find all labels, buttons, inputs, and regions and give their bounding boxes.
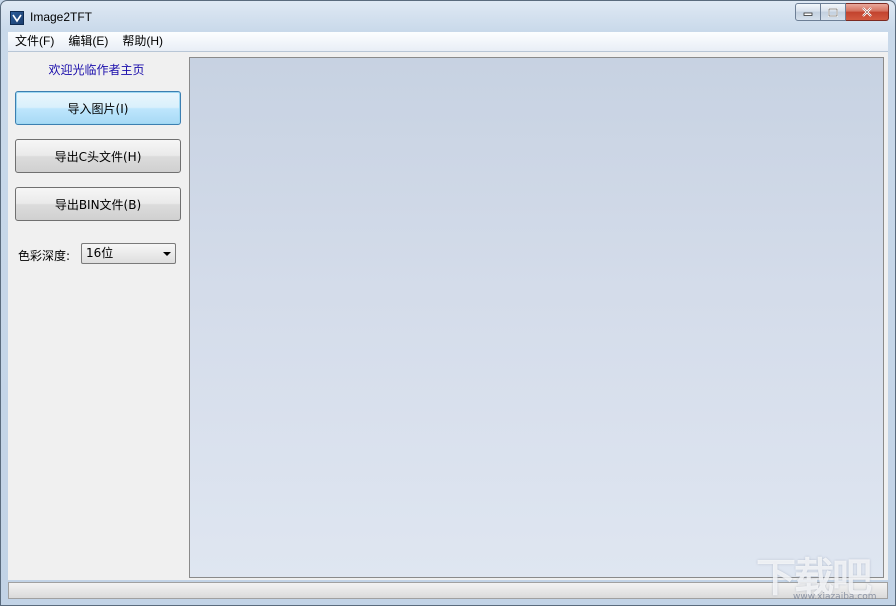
- chevron-down-icon: [163, 252, 171, 256]
- watermark-url: www.xiazaiba.com: [793, 592, 877, 602]
- caption-buttons: [795, 3, 889, 23]
- client-area: 欢迎光临作者主页 导入图片(I) 导出C头文件(H) 导出BIN文件(B) 色彩…: [8, 52, 888, 580]
- export-c-header-button[interactable]: 导出C头文件(H): [15, 139, 181, 173]
- title-bar[interactable]: Image2TFT: [1, 1, 895, 32]
- author-homepage-link[interactable]: 欢迎光临作者主页: [8, 61, 185, 78]
- app-window: Image2TFT 文件(F) 编辑(E) 帮助(H) 欢迎光临作者主页 导入图…: [0, 0, 896, 606]
- menu-edit[interactable]: 编辑(E): [61, 32, 115, 51]
- menu-bar: 文件(F) 编辑(E) 帮助(H): [8, 32, 888, 52]
- color-depth-label: 色彩深度:: [18, 249, 71, 263]
- menu-help[interactable]: 帮助(H): [115, 32, 170, 51]
- image-preview-area[interactable]: [189, 57, 884, 578]
- maximize-button[interactable]: [821, 3, 846, 21]
- close-icon: [862, 7, 872, 17]
- export-bin-button[interactable]: 导出BIN文件(B): [15, 187, 181, 221]
- minimize-icon: [803, 12, 813, 16]
- menu-file[interactable]: 文件(F): [8, 32, 61, 51]
- close-button[interactable]: [846, 3, 889, 21]
- color-depth-value: 16位: [86, 246, 114, 260]
- color-depth-select[interactable]: 16位: [81, 243, 176, 264]
- minimize-button[interactable]: [795, 3, 821, 21]
- maximize-icon: [828, 7, 838, 17]
- app-icon[interactable]: [10, 11, 24, 25]
- window-title: Image2TFT: [30, 10, 93, 24]
- import-image-button[interactable]: 导入图片(I): [15, 91, 181, 125]
